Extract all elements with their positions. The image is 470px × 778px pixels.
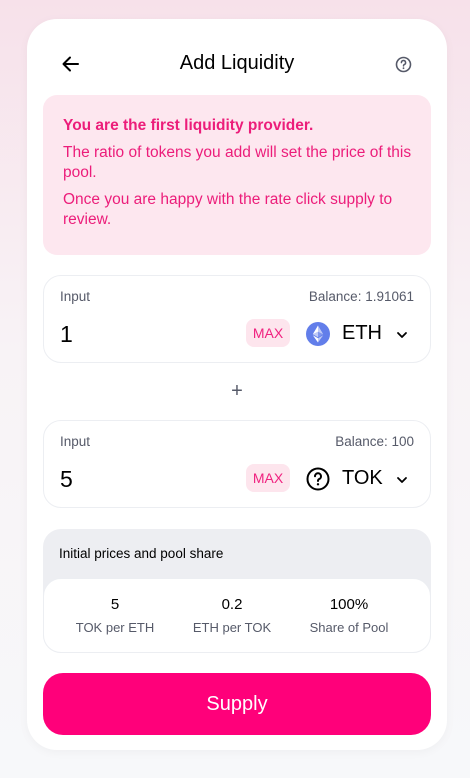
price-stat: 5 TOK per ETH [55,595,175,638]
prices-title: Initial prices and pool share [59,546,224,561]
stat-value: 0.2 [221,596,243,613]
page-title: Add Liquidity [179,52,295,74]
max-button-eth[interactable]: MAX [246,319,290,347]
help-question-icon[interactable] [395,56,412,73]
pool-share-stat: 100% Share of Pool [289,595,409,638]
supply-button[interactable]: Supply [43,673,431,735]
token-symbol-tok: TOK [342,467,383,489]
price-stat: 0.2 ETH per TOK [172,595,292,638]
first-provider-notice: You are the first liquidity provider. Th… [43,95,431,255]
notice-line-supply: Once you are happy with the rate click s… [63,191,393,228]
max-button-tok[interactable]: MAX [246,464,290,492]
input-label: Input [60,434,91,449]
stat-value: 5 [110,596,120,613]
plus-separator: + [231,380,243,402]
stat-label: ETH per TOK [192,620,272,635]
input-label: Input [60,289,91,304]
ethereum-icon [306,322,330,346]
balance-text: Balance: 1.91061 [308,289,414,304]
token-select-tok[interactable]: TOK [306,464,418,494]
token-symbol-eth: ETH [342,322,382,344]
balance-text: Balance: 100 [335,434,414,449]
token-select-eth[interactable]: ETH [306,319,418,349]
notice-line-ratio: The ratio of tokens you add will set the… [63,144,412,181]
unknown-token-question-icon [306,467,330,491]
amount-input-tok[interactable]: 5 [60,466,73,493]
stat-label: TOK per ETH [75,620,155,635]
input-panel-eth: Input Balance: 1.91061 1 MAX ETH [43,275,431,363]
stat-label: Share of Pool [309,620,389,635]
chevron-down-icon [396,473,408,485]
add-liquidity-card: Add Liquidity You are the first liquidit… [27,19,447,750]
notice-title: You are the first liquidity provider. [63,117,314,134]
prices-stats: 5 TOK per ETH 0.2 ETH per TOK 100% Share… [43,578,431,653]
chevron-down-icon [396,328,408,340]
input-panel-tok: Input Balance: 100 5 MAX TOK [43,420,431,508]
stat-value: 100% [329,596,369,613]
amount-input-eth[interactable]: 1 [60,321,73,348]
prices-and-pool-share: Initial prices and pool share 5 TOK per … [43,529,431,653]
